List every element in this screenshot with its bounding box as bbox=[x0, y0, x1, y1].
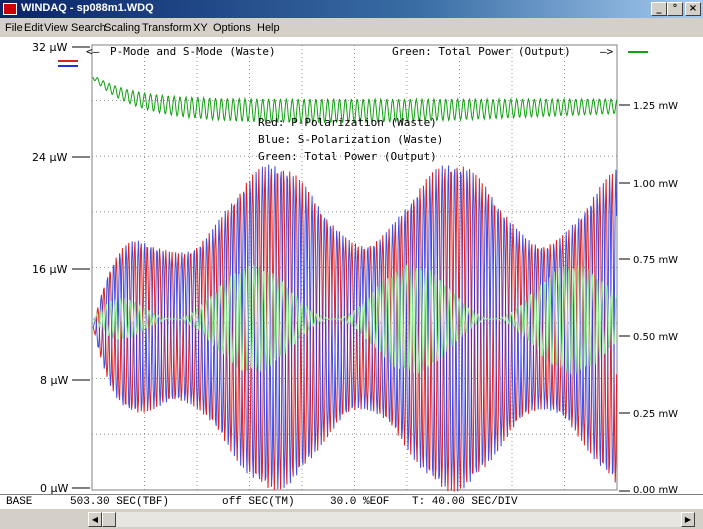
right-arrow-icon: —> bbox=[600, 45, 614, 58]
right-tick-0.00: 0.00 mW bbox=[633, 485, 678, 494]
menu-options[interactable]: Options bbox=[213, 22, 251, 34]
right-tick-0.75: 0.75 mW bbox=[633, 255, 678, 266]
left-tick-16: 16 µW bbox=[32, 263, 67, 276]
scroll-right-icon[interactable]: ▶ bbox=[681, 512, 695, 527]
left-tick-8: 8 µW bbox=[40, 374, 68, 387]
windaq-app-icon[interactable] bbox=[3, 3, 17, 15]
menu-transform[interactable]: Transform bbox=[142, 22, 192, 34]
left-arrow-icon: <— bbox=[86, 45, 100, 58]
minimize-button[interactable]: _ bbox=[651, 2, 667, 16]
menu-help[interactable]: Help bbox=[257, 22, 280, 34]
menu-scaling[interactable]: Scaling bbox=[104, 22, 140, 34]
status-marker: off SEC(TM) bbox=[222, 496, 295, 508]
legend-green: Green: Total Power (Output) bbox=[258, 150, 437, 163]
window-title: WINDAQ - sp088m1.WDQ bbox=[21, 2, 154, 14]
status-channel: BASE bbox=[6, 496, 33, 508]
right-tick-0.50: 0.50 mW bbox=[633, 332, 678, 343]
close-button[interactable]: × bbox=[685, 2, 701, 16]
waste-mode-label: P-Mode and S-Mode (Waste) bbox=[110, 45, 276, 58]
right-tick-1.25: 1.25 mW bbox=[633, 101, 678, 112]
right-tick-0.25: 0.25 mW bbox=[633, 409, 678, 420]
menu-file[interactable]: File bbox=[5, 22, 23, 34]
status-div: T: 40.00 SEC/DIV bbox=[412, 496, 518, 508]
scroll-track[interactable] bbox=[88, 512, 693, 527]
menu-bar: File Edit View Search Scaling Transform … bbox=[0, 18, 703, 37]
left-tick-0: 0 µW bbox=[40, 482, 68, 494]
right-axis: 1.25 mW 1.00 mW 0.75 mW 0.50 mW 0.25 mW … bbox=[619, 51, 678, 494]
waveform-plot[interactable]: 32 µW 24 µW 16 µW 8 µW 0 µW 1.25 mW 1.00… bbox=[0, 37, 703, 494]
title-bar: WINDAQ - sp088m1.WDQ _ ° × bbox=[0, 0, 703, 18]
menu-view[interactable]: View bbox=[44, 22, 68, 34]
status-bar: BASE 503.30 SEC(TBF) off SEC(TM) 30.0 %E… bbox=[0, 494, 703, 509]
menu-search[interactable]: Search bbox=[71, 22, 106, 34]
output-power-label: Green: Total Power (Output) bbox=[392, 45, 571, 58]
left-axis: 32 µW 24 µW 16 µW 8 µW 0 µW bbox=[32, 41, 90, 494]
status-time: 503.30 SEC(TBF) bbox=[70, 496, 170, 508]
scroll-thumb[interactable] bbox=[102, 512, 116, 527]
right-tick-1.00: 1.00 mW bbox=[633, 179, 678, 190]
scroll-left-icon[interactable]: ◀ bbox=[88, 512, 102, 527]
menu-xy[interactable]: XY bbox=[193, 22, 208, 34]
horizontal-scrollbar[interactable]: ◀ ▶ bbox=[0, 509, 703, 529]
restore-button[interactable]: ° bbox=[667, 2, 683, 16]
plot-svg: 32 µW 24 µW 16 µW 8 µW 0 µW 1.25 mW 1.00… bbox=[32, 41, 678, 494]
legend-blue: Blue: S-Polarization (Waste) bbox=[258, 133, 443, 146]
legend-red: Red: P-Polarization (Waste) bbox=[258, 116, 437, 129]
status-eof: 30.0 %EOF bbox=[330, 496, 390, 508]
left-tick-24: 24 µW bbox=[32, 151, 67, 164]
left-tick-32: 32 µW bbox=[32, 41, 67, 54]
menu-edit[interactable]: Edit bbox=[24, 22, 43, 34]
